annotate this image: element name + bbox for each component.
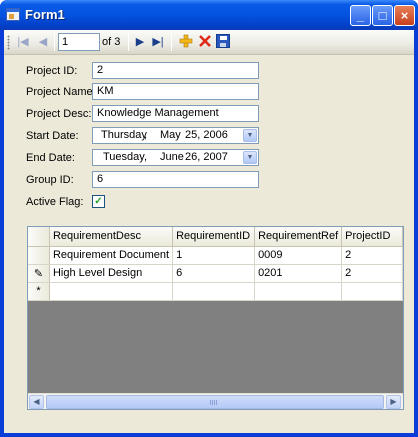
move-first-button[interactable]: |◀ [15,34,31,50]
table-cell[interactable] [172,282,256,301]
table-cell[interactable]: 2 [341,246,403,265]
table-cell[interactable] [341,282,403,301]
toolstrip-separator [54,34,55,51]
title-bar[interactable]: Form1 _ □ × [0,0,418,30]
project-id-field[interactable]: 2 [92,62,259,79]
scroll-thumb[interactable] [46,395,384,409]
table-cell[interactable]: 0009 [254,246,343,265]
end-date-rest: 26, 2007 [185,151,228,163]
save-icon[interactable] [216,34,230,48]
table-row[interactable]: Requirement Document 1 0009 2 [28,246,403,265]
toolstrip-grip[interactable] [7,35,10,50]
column-header[interactable]: ProjectID [341,227,403,247]
move-last-button[interactable]: ▶| [150,34,166,50]
close-button[interactable]: × [394,5,415,26]
maximize-button[interactable]: □ [372,5,393,26]
move-previous-button[interactable]: ◀ [35,34,51,50]
start-date-day: Thursday [101,129,147,141]
end-date-comma: , [144,151,148,163]
active-flag-checkbox[interactable]: ✓ [92,195,105,208]
table-cell[interactable]: 6 [172,264,256,283]
project-id-label: Project ID: [26,65,78,77]
window-title: Form1 [25,7,65,22]
toolstrip-separator [128,34,129,51]
chevron-down-icon[interactable]: ▼ [243,129,257,142]
toolstrip-separator [171,34,172,51]
column-header[interactable]: RequirementDesc [49,227,174,247]
scroll-right-icon[interactable]: ▶ [386,395,401,409]
chevron-down-icon[interactable]: ▼ [243,151,257,164]
form-icon[interactable] [6,8,20,21]
delete-icon[interactable] [198,34,212,48]
project-name-label: Project Name: [26,86,96,98]
grid-table: RequirementDesc RequirementID Requiremen… [28,227,403,301]
start-date-label: Start Date: [26,130,79,142]
project-name-field[interactable]: KM [92,83,259,100]
table-cell[interactable] [254,282,343,301]
table-cell[interactable]: 1 [172,246,256,265]
end-date-day: Tuesday [103,151,145,163]
count-label: of 3 [102,36,121,48]
end-date-label: End Date: [26,152,75,164]
edit-row-icon[interactable]: ✎ [28,264,50,283]
table-cell[interactable]: 0201 [254,264,343,283]
check-icon: ✓ [94,196,103,207]
project-desc-label: Project Desc: [26,108,92,120]
active-flag-label: Active Flag: [26,196,84,208]
start-date-rest: 25, 2006 [185,129,228,141]
table-row[interactable]: ✎ High Level Design 6 0201 2 [28,264,403,283]
end-date-month: June [160,151,184,163]
new-row-icon[interactable]: * [28,282,50,301]
scroll-left-icon[interactable]: ◀ [29,395,44,409]
table-cell[interactable]: Requirement Document [49,246,174,265]
grid-corner[interactable] [28,227,50,247]
column-header[interactable]: RequirementRef [254,227,343,247]
group-id-label: Group ID: [26,174,74,186]
client-area: |◀ ◀ 1 of 3 ▶ ▶| Project ID: 2 Project N… [4,30,414,433]
move-next-button[interactable]: ▶ [132,34,148,50]
add-new-icon[interactable] [179,34,193,48]
minimize-button[interactable]: _ [350,5,371,26]
start-date-month: May [160,129,181,141]
form-window: Form1 _ □ × |◀ ◀ 1 of 3 ▶ ▶| Project ID:… [0,0,418,437]
column-header[interactable]: RequirementID [172,227,256,247]
table-cell[interactable] [49,282,174,301]
project-desc-field[interactable]: Knowledge Management [92,105,259,122]
binding-navigator: |◀ ◀ 1 of 3 ▶ ▶| [4,30,414,55]
row-header[interactable] [28,246,50,265]
grip-icon [210,400,218,405]
new-row[interactable]: * [28,282,403,301]
start-date-picker[interactable]: Thursday , May 25, 2006 ▼ [92,127,259,144]
end-date-picker[interactable]: Tuesday , June 26, 2007 ▼ [92,149,259,166]
table-cell[interactable]: High Level Design [49,264,174,283]
group-id-field[interactable]: 6 [92,171,259,188]
table-cell[interactable]: 2 [341,264,403,283]
requirements-grid[interactable]: RequirementDesc RequirementID Requiremen… [27,226,404,410]
horizontal-scrollbar[interactable]: ◀ ▶ [28,393,403,409]
position-input[interactable]: 1 [58,33,100,51]
start-date-comma: , [144,129,148,141]
